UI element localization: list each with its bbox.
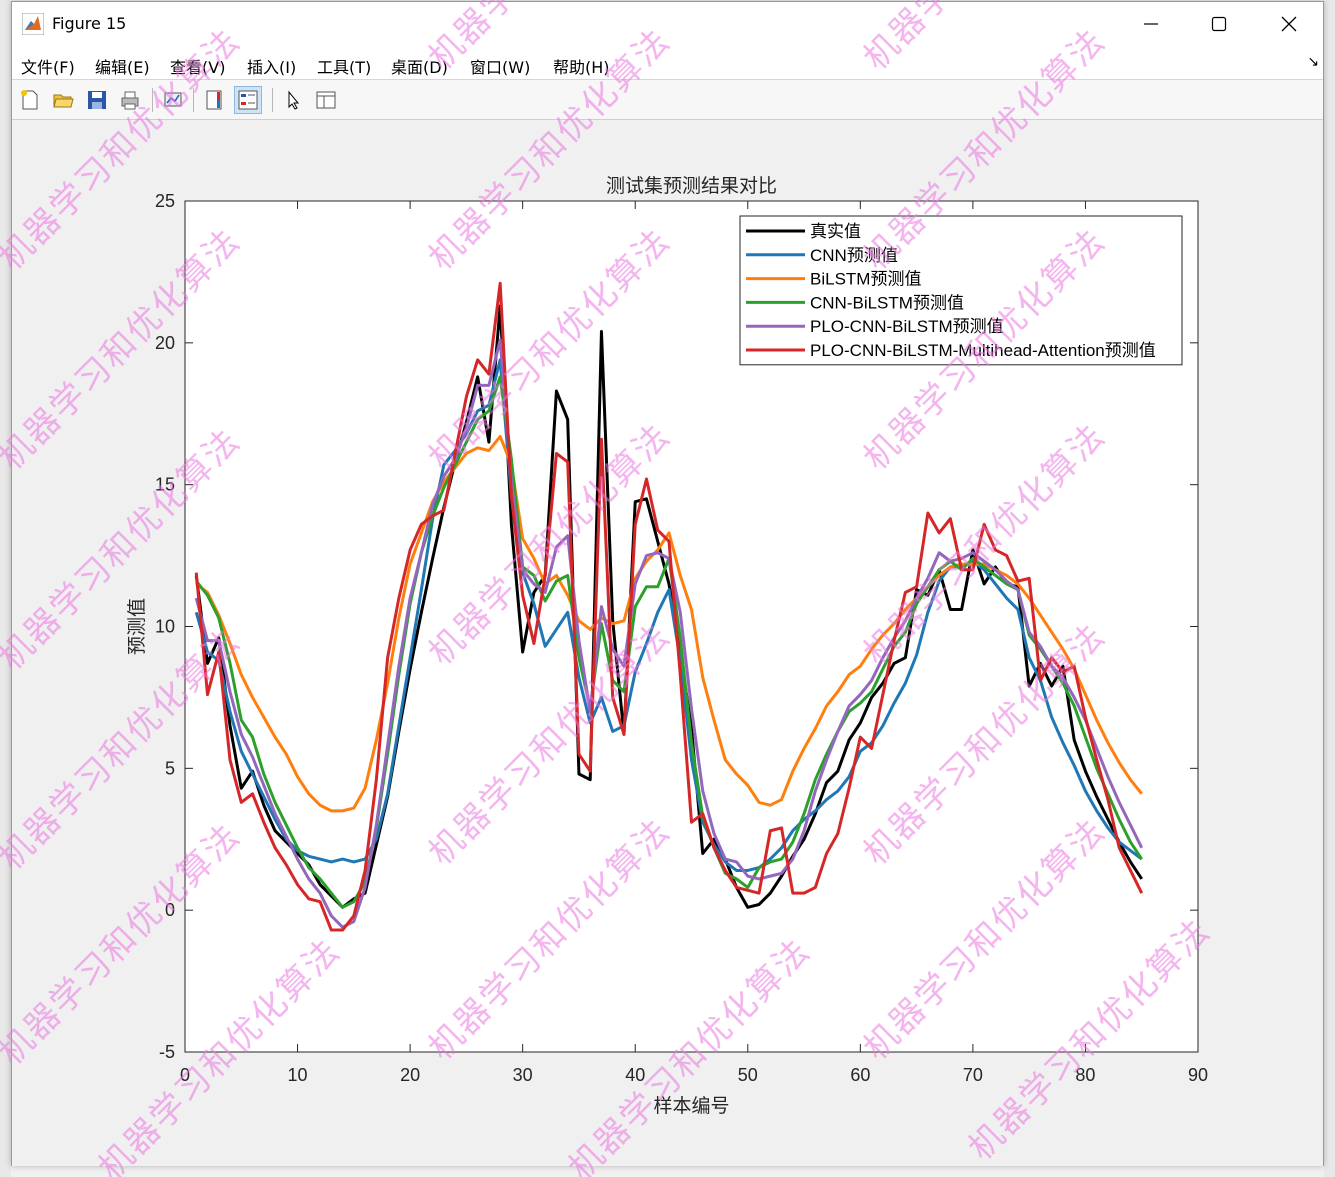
y-tick-label: -5	[159, 1042, 175, 1062]
print-icon	[121, 91, 139, 110]
menu-desktop[interactable]: 桌面(D)	[391, 54, 448, 78]
new-figure-icon	[21, 90, 38, 110]
legend-entry: 真实值	[810, 222, 861, 241]
x-tick-label: 40	[625, 1065, 645, 1085]
x-tick-label: 60	[850, 1065, 870, 1085]
legend-entry: CNN预测值	[810, 246, 898, 265]
background-left-strip	[0, 0, 11, 1177]
insert-legend-icon	[238, 90, 258, 110]
menu-insert[interactable]: 插入(I)	[247, 54, 296, 78]
dock-arrow-icon[interactable]: ↘	[1307, 54, 1319, 70]
y-axis-label: 预测值	[126, 598, 148, 655]
legend-entry: PLO-CNN-BiLSTM-Multihead-Attention预测值	[810, 341, 1156, 360]
legend-entry: BiLSTM预测值	[810, 270, 921, 289]
y-tick-label: 5	[165, 758, 175, 778]
legend-entry: PLO-CNN-BiLSTM预测值	[810, 317, 1004, 336]
maximize-button[interactable]	[1184, 2, 1254, 46]
x-tick-label: 20	[400, 1065, 420, 1085]
menu-edit[interactable]: 编辑(E)	[95, 54, 150, 78]
x-tick-label: 80	[1075, 1065, 1095, 1085]
save-icon	[88, 91, 106, 109]
link-plot-icon	[164, 92, 182, 107]
toolbar-separator	[193, 88, 194, 112]
menu-bar: 文件(F) 编辑(E) 查看(V) 插入(I) 工具(T) 桌面(D) 窗口(W…	[12, 46, 1323, 80]
new-figure-button[interactable]	[16, 86, 44, 114]
matlab-logo-icon	[22, 13, 44, 35]
menu-help[interactable]: 帮助(H)	[553, 54, 610, 78]
open-file-button[interactable]	[49, 86, 77, 114]
toolbar-separator	[272, 88, 273, 112]
maximize-icon	[1211, 16, 1227, 32]
x-tick-label: 90	[1188, 1065, 1208, 1085]
chart: 0 10 20 30 40 50 60 70 80 90-50510152025测试集预测结果对比…	[126, 175, 1208, 1117]
toolbar-separator	[152, 88, 153, 112]
close-button[interactable]	[1254, 2, 1324, 46]
title-bar[interactable]: Figure 15	[12, 2, 1323, 46]
print-button[interactable]	[116, 86, 144, 114]
menu-window[interactable]: 窗口(W)	[470, 54, 530, 78]
insert-legend-button[interactable]	[234, 86, 262, 114]
edit-plot-pointer-button[interactable]	[279, 86, 307, 114]
insert-colorbar-button[interactable]	[201, 86, 229, 114]
x-tick-label: 30	[513, 1065, 533, 1085]
minimize-icon	[1144, 23, 1158, 25]
background-right-strip	[1324, 0, 1335, 1177]
window-title: Figure 15	[52, 14, 127, 33]
menu-file[interactable]: 文件(F)	[21, 54, 75, 78]
link-plot-button[interactable]	[159, 86, 187, 114]
y-tick-label: 20	[155, 333, 175, 353]
x-tick-label: 70	[963, 1065, 983, 1085]
y-tick-label: 0	[165, 900, 175, 920]
minimize-button[interactable]	[1116, 2, 1186, 46]
x-tick-label: 50	[738, 1065, 758, 1085]
toolbar	[12, 80, 1323, 120]
edit-plot-pointer-icon	[288, 90, 300, 110]
figure-window: Figure 15 文件(F) 编辑(E) 查看(V) 插入(I) 工具(T) …	[11, 1, 1324, 1166]
y-tick-label: 10	[155, 617, 175, 637]
property-inspector-icon	[316, 91, 336, 109]
y-tick-label: 15	[155, 475, 175, 495]
close-icon	[1281, 16, 1297, 32]
x-tick-label: 10	[288, 1065, 308, 1085]
insert-colorbar-icon	[206, 90, 222, 110]
menu-tools[interactable]: 工具(T)	[317, 54, 371, 78]
y-tick-label: 25	[155, 191, 175, 211]
property-inspector-button[interactable]	[312, 86, 340, 114]
x-axis-label: 样本编号	[653, 1095, 729, 1117]
menu-view[interactable]: 查看(V)	[170, 54, 225, 78]
figure-canvas: 0 10 20 30 40 50 60 70 80 90 -5 0 5 10 15 20 25 测试集预测结果对比…	[12, 120, 1323, 1166]
open-file-icon	[53, 94, 74, 108]
x-tick-label: 0	[180, 1065, 190, 1085]
legend-entry: CNN-BiLSTM预测值	[810, 293, 964, 312]
chart-title: 测试集预测结果对比	[606, 175, 777, 197]
save-button[interactable]	[83, 86, 111, 114]
